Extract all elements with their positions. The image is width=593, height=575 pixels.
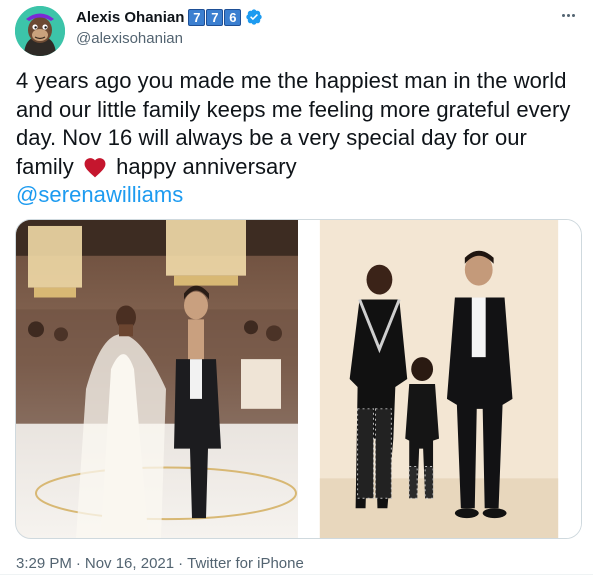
tweet-text: 4 years ago you made me the happiest man… (16, 67, 582, 210)
tweet-time[interactable]: 3:29 PM (16, 555, 72, 572)
wedding-photo[interactable] (16, 220, 298, 538)
family-portrait-photo[interactable] (300, 220, 581, 538)
red-heart-icon (84, 157, 106, 177)
meta-separator: · (75, 555, 81, 572)
tweet-source[interactable]: Twitter for iPhone (187, 555, 304, 572)
digit-badge: 7 (188, 8, 206, 26)
author-handle[interactable]: @alexisohanian (76, 30, 263, 47)
ape-avatar-icon[interactable] (15, 6, 65, 56)
author-name[interactable]: Alexis Ohanian (76, 9, 184, 26)
mention-link[interactable]: @serenawilliams (16, 182, 183, 207)
tweet-date[interactable]: Nov 16, 2021 (85, 555, 174, 572)
verified-badge-icon (246, 9, 263, 25)
tweet-meta: 3:29 PM · Nov 16, 2021 · Twitter for iPh… (16, 555, 304, 572)
tweet-author: Alexis Ohanian 7 7 6 @alexisohanian (76, 8, 263, 47)
more-options-icon[interactable] (557, 8, 579, 22)
meta-separator: · (178, 555, 184, 572)
digit-badge: 7 (206, 8, 224, 26)
media-grid (15, 219, 582, 539)
digit-badges: 7 7 6 (188, 8, 242, 26)
digit-badge: 6 (224, 8, 242, 26)
tweet-body-end: happy anniversary (116, 153, 297, 179)
